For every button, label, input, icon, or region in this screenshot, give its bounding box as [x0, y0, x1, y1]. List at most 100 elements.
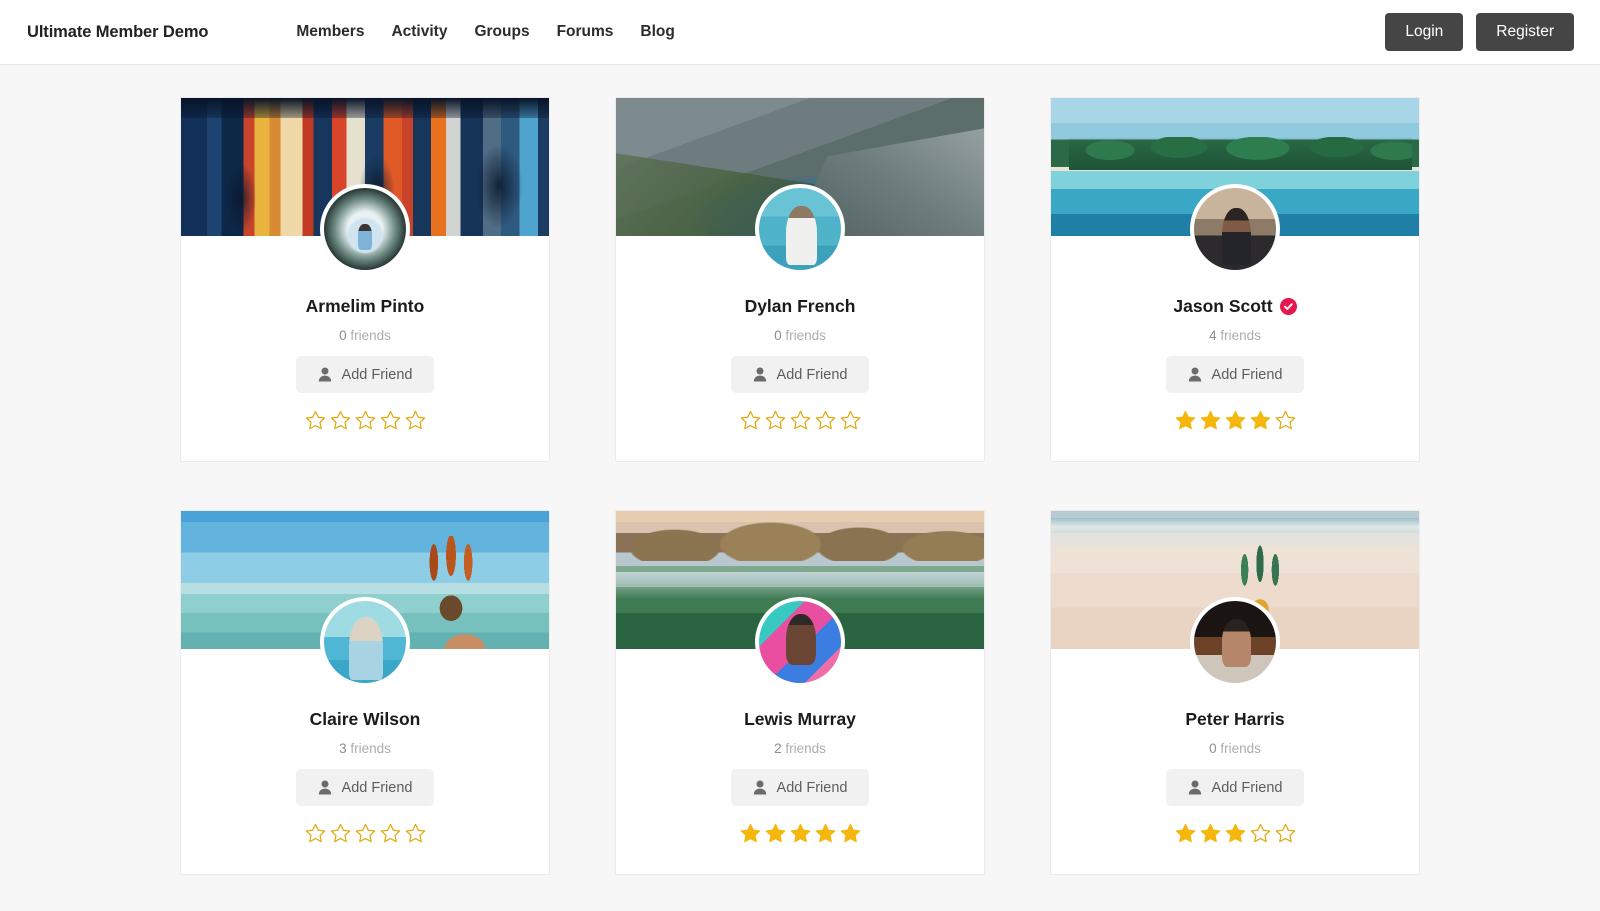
add-friend-label: Add Friend — [1212, 367, 1283, 383]
star-icon[interactable] — [840, 823, 861, 843]
star-icon[interactable] — [765, 823, 786, 843]
avatar[interactable] — [1190, 184, 1280, 274]
star-icon[interactable] — [355, 410, 376, 430]
login-button[interactable]: Login — [1385, 13, 1463, 52]
member-name[interactable]: Armelim Pinto — [306, 296, 425, 317]
star-rating[interactable] — [305, 823, 426, 843]
add-friend-label: Add Friend — [1212, 780, 1283, 796]
avatar-armelim-pinto[interactable] — [324, 188, 406, 270]
site-header: Ultimate Member Demo Members Activity Grou… — [0, 0, 1600, 65]
nav-link-activity[interactable]: Activity — [391, 23, 447, 41]
star-icon[interactable] — [405, 823, 426, 843]
member-name[interactable]: Jason Scott — [1173, 296, 1272, 317]
member-name[interactable]: Claire Wilson — [310, 709, 421, 730]
star-icon[interactable] — [815, 823, 836, 843]
star-icon[interactable] — [1200, 410, 1221, 430]
star-icon[interactable] — [355, 823, 376, 843]
avatar-claire-wilson[interactable] — [324, 601, 406, 683]
add-friend-label: Add Friend — [342, 780, 413, 796]
member-card[interactable]: Dylan French 0 friends Add Friend — [615, 97, 985, 462]
star-icon[interactable] — [1225, 823, 1246, 843]
avatar-jason-scott[interactable] — [1194, 188, 1276, 270]
star-icon[interactable] — [1175, 823, 1196, 843]
star-icon[interactable] — [740, 410, 761, 430]
star-rating[interactable] — [740, 823, 861, 843]
site-brand[interactable]: Ultimate Member Demo — [27, 23, 208, 42]
avatar[interactable] — [320, 597, 410, 687]
star-icon[interactable] — [330, 410, 351, 430]
star-icon[interactable] — [305, 823, 326, 843]
nav-link-blog[interactable]: Blog — [640, 23, 674, 41]
add-friend-button[interactable]: Add Friend — [1166, 356, 1305, 393]
nav-link-groups[interactable]: Groups — [474, 23, 529, 41]
star-icon[interactable] — [380, 823, 401, 843]
member-name[interactable]: Dylan French — [745, 296, 856, 317]
members-grid: Armelim Pinto0 friendsAdd FriendDylan Fr… — [0, 65, 1600, 875]
person-icon — [753, 367, 767, 382]
star-icon[interactable] — [765, 410, 786, 430]
star-icon[interactable] — [1275, 823, 1296, 843]
friends-label: friends — [350, 741, 391, 756]
star-icon[interactable] — [305, 410, 326, 430]
member-card[interactable]: Jason Scott4 friendsAdd Friend — [1050, 97, 1420, 462]
friends-count-value: 2 — [774, 741, 782, 756]
friends-count-value: 0 — [339, 328, 347, 343]
add-friend-button[interactable]: Add Friend — [296, 769, 435, 806]
nav-link-members[interactable]: Members — [296, 23, 364, 41]
star-rating[interactable] — [1175, 823, 1296, 843]
star-icon[interactable] — [740, 823, 761, 843]
friends-count: 0 friends — [774, 328, 826, 343]
verified-badge-icon — [1280, 298, 1297, 315]
avatar[interactable] — [320, 184, 410, 274]
star-icon[interactable] — [330, 823, 351, 843]
friends-count: 2 friends — [774, 741, 826, 756]
star-icon[interactable] — [1175, 410, 1196, 430]
star-icon[interactable] — [1225, 410, 1246, 430]
friends-count-value: 3 — [339, 741, 347, 756]
avatar[interactable] — [755, 184, 845, 274]
star-icon[interactable] — [840, 410, 861, 430]
avatar-dylan-french[interactable] — [759, 188, 841, 270]
star-icon[interactable] — [790, 410, 811, 430]
avatar[interactable] — [755, 597, 845, 687]
star-icon[interactable] — [815, 410, 836, 430]
star-rating[interactable] — [1175, 410, 1296, 430]
member-card[interactable]: Peter Harris 0 friends Add Friend — [1050, 510, 1420, 875]
avatar-lewis-murray[interactable] — [759, 601, 841, 683]
avatar[interactable] — [1190, 597, 1280, 687]
member-name[interactable]: Peter Harris — [1185, 709, 1284, 730]
friends-count: 0 friends — [1209, 741, 1261, 756]
member-card[interactable]: Claire Wilson 3 friends Add Friend — [180, 510, 550, 875]
member-name-row: Lewis Murray — [744, 709, 856, 730]
register-button[interactable]: Register — [1476, 13, 1574, 52]
star-icon[interactable] — [790, 823, 811, 843]
star-icon[interactable] — [380, 410, 401, 430]
add-friend-button[interactable]: Add Friend — [731, 356, 870, 393]
member-card[interactable]: Lewis Murray 2 friends Add Friend — [615, 510, 985, 875]
star-rating[interactable] — [740, 410, 861, 430]
star-icon[interactable] — [1250, 823, 1271, 843]
friends-count-value: 0 — [1209, 741, 1217, 756]
person-icon — [318, 780, 332, 795]
member-name-row: Jason Scott — [1173, 296, 1296, 317]
person-icon — [1188, 780, 1202, 795]
star-icon[interactable] — [1275, 410, 1296, 430]
member-name-row: Dylan French — [745, 296, 856, 317]
nav-link-forums[interactable]: Forums — [557, 23, 614, 41]
member-card[interactable]: Armelim Pinto 0 friends Add Friend — [180, 97, 550, 462]
add-friend-button[interactable]: Add Friend — [296, 356, 435, 393]
friends-label: friends — [785, 741, 826, 756]
add-friend-button[interactable]: Add Friend — [1166, 769, 1305, 806]
add-friend-button[interactable]: Add Friend — [731, 769, 870, 806]
member-name-row: Peter Harris — [1185, 709, 1284, 730]
person-icon — [753, 780, 767, 795]
star-icon[interactable] — [405, 410, 426, 430]
add-friend-label: Add Friend — [342, 367, 413, 383]
star-icon[interactable] — [1200, 823, 1221, 843]
member-name[interactable]: Lewis Murray — [744, 709, 856, 730]
star-icon[interactable] — [1250, 410, 1271, 430]
person-icon — [1188, 367, 1202, 382]
friends-label: friends — [350, 328, 391, 343]
avatar-peter-harris[interactable] — [1194, 601, 1276, 683]
star-rating[interactable] — [305, 410, 426, 430]
